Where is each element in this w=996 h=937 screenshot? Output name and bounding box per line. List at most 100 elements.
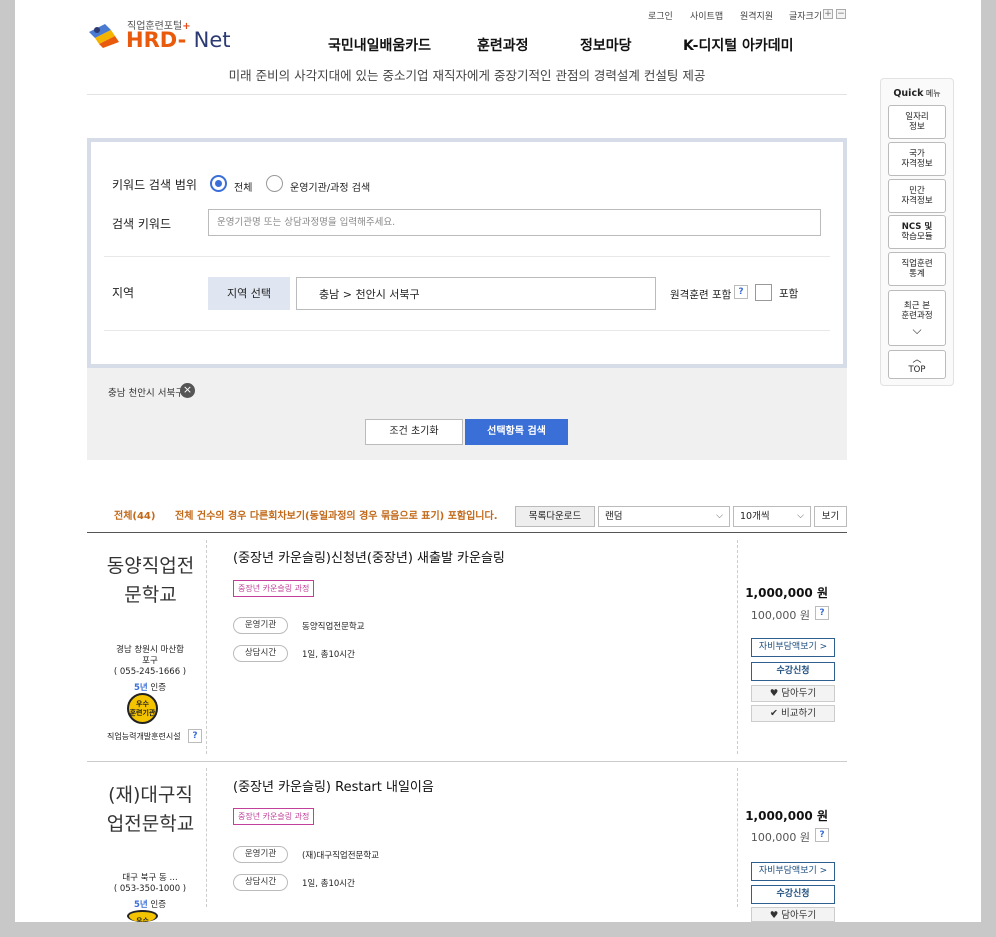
org-value: 동양직업전문학교 [302,622,365,632]
search-divider-bottom [104,330,830,331]
region-select-button[interactable]: 지역 선택 [208,277,290,310]
course-tag: 중장년 카운슬링 과정 [233,580,315,597]
price-self: 100,000 원 [750,609,810,622]
institution-phone: ( 053-350-1000 ) [113,884,187,894]
keyword-input[interactable]: 운영기관명 또는 상담과정명을 입력해주세요. [208,209,821,236]
quick-training-stats[interactable]: 직업훈련 통계 [888,252,946,286]
institution-phone: ( 055-245-1666 ) [113,667,187,677]
scope-all-label[interactable]: 전체 [234,179,252,194]
search-submit-button[interactable]: 선택항목 검색 [465,419,568,445]
card-divider [737,768,738,907]
gnb-info[interactable]: 정보마당 [580,35,632,55]
wishlist-button[interactable]: ♥ 담아두기 [751,685,835,702]
time-value: 1일, 총10시간 [302,650,355,660]
remote-help-icon[interactable]: ? [734,285,748,299]
logo-wordmark[interactable]: HRD- Net [126,28,230,52]
institution-name[interactable]: 동양직업전 문학교 [87,552,214,610]
course-title[interactable]: (중장년 카운슬링) Restart 내일이음 [233,776,434,795]
results-top-border [87,532,847,533]
login-link[interactable]: 로그인 [648,9,673,22]
remote-support-link[interactable]: 원격지원 [740,9,773,22]
remote-include-checkbox[interactable] [755,284,772,301]
font-size-label: 글자크기 [789,12,823,22]
course-title[interactable]: (중장년 카운슬링)신청년(중장년) 새출발 카운슬링 [233,547,505,566]
quick-national-cert[interactable]: 국가 자격정보 [888,142,946,176]
scope-label: 키워드 검색 범위 [112,178,197,192]
filter-chip: 충남 천안시 서북구 [108,388,184,399]
page-tagline: 미래 준비의 사각지대에 있는 중소기업 재직자에게 중장기적인 관점의 경력설… [228,68,706,83]
institution-address: 경남 창원시 마산합 포구 [116,645,184,666]
quick-menu-title: Quick 메뉴 [893,88,941,99]
row-separator [87,761,847,762]
time-value: 1일, 총10시간 [302,879,355,889]
gnb-k-digital[interactable]: K-디지털 아카데미 [683,35,793,55]
scope-org-label[interactable]: 운영기관/과정 검색 [290,179,370,194]
sort-select-value: 랜덤 [605,511,623,522]
scope-all-radio[interactable] [210,175,227,192]
institution-name[interactable]: (재)대구직 업전문학교 [87,781,214,839]
course-tag: 중장년 카운슬링 과정 [233,808,315,825]
check-icon: ✔ [770,708,778,719]
selected-filter-strip [87,368,847,460]
time-pill: 상담시간 [233,874,288,891]
region-label: 지역 [112,286,135,300]
sort-select[interactable]: 랜덤 ⌵ [598,506,730,527]
gnb-training-course[interactable]: 훈련과정 [477,35,529,55]
wishlist-button[interactable]: ♥ 담아두기 [751,907,835,922]
view-button[interactable]: 보기 [814,506,847,527]
institution-address: 대구 북구 동 ... [122,873,178,883]
chevron-down-icon: ⌵ [716,511,723,521]
price-total: 1,000,000 원 [745,809,828,823]
header-divider [87,94,847,95]
font-decrease-button[interactable]: − [836,9,846,19]
filter-chip-close-icon[interactable]: × [180,383,195,398]
heart-icon: ♥ [769,688,779,699]
institution-cert: 5년 인증 [133,900,167,910]
quick-private-cert[interactable]: 민간 자격정보 [888,179,946,213]
include-label: 포함 [779,288,799,300]
self-pay-button[interactable]: 자비부담액보기 > [751,638,835,657]
search-divider [104,256,830,257]
excellent-badge-icon: 우수 훈련기관 [127,693,158,724]
quick-recent-courses[interactable]: 최근 본 훈련과정 ⌵ [888,290,946,346]
per-page-select[interactable]: 10개씩 ⌵ [733,506,811,527]
region-value-field: 충남 > 천안시 서북구 [296,277,656,310]
chevron-up-icon: ︿ [912,354,922,365]
list-download-button[interactable]: 목록다운로드 [515,506,595,527]
font-increase-button[interactable]: + [823,9,833,19]
price-total: 1,000,000 원 [745,586,828,600]
institution-type: 직업능력개발훈련시설 [107,732,181,741]
apply-button[interactable]: 수강신청 [751,885,835,904]
hrd-logo-icon[interactable] [87,22,121,48]
institution-help-icon[interactable]: ? [188,729,202,743]
org-pill: 운영기관 [233,617,288,634]
results-notice: 전체 건수의 경우 다른회차보기(동일과정의 경우 묶음으로 표기) 포함입니다… [175,511,498,522]
apply-button[interactable]: 수강신청 [751,662,835,681]
time-pill: 상담시간 [233,645,288,662]
org-pill: 운영기관 [233,846,288,863]
excellent-badge-icon: 우수 [127,910,158,922]
self-pay-button[interactable]: 자비부담액보기 > [751,862,835,881]
scroll-top-button[interactable]: ︿ TOP [888,350,946,379]
keyword-label: 검색 키워드 [112,217,172,231]
price-help-icon[interactable]: ? [815,828,829,842]
scope-org-radio[interactable] [266,175,283,192]
results-total: 전체(44) [114,511,156,522]
org-value: (재)대구직업전문학교 [302,851,380,861]
sitemap-link[interactable]: 사이트맵 [690,9,723,22]
heart-icon: ♥ [769,910,779,921]
chevron-down-icon: ⌵ [797,511,804,521]
compare-button[interactable]: ✔ 비교하기 [751,705,835,722]
quick-job-info[interactable]: 일자리 정보 [888,105,946,139]
card-divider [737,540,738,754]
remote-label: 원격훈련 포함 [670,289,732,301]
chevron-down-icon: ⌵ [912,323,922,337]
institution-cert: 5년 인증 [133,683,167,693]
price-help-icon[interactable]: ? [815,606,829,620]
per-page-select-value: 10개씩 [740,511,770,522]
reset-button[interactable]: 조건 초기화 [365,419,463,445]
price-self: 100,000 원 [750,831,810,844]
quick-ncs[interactable]: NCS 및 학습모듈 [888,215,946,249]
gnb-naeil-card[interactable]: 국민내일배움카드 [328,35,431,55]
search-panel [87,138,847,368]
